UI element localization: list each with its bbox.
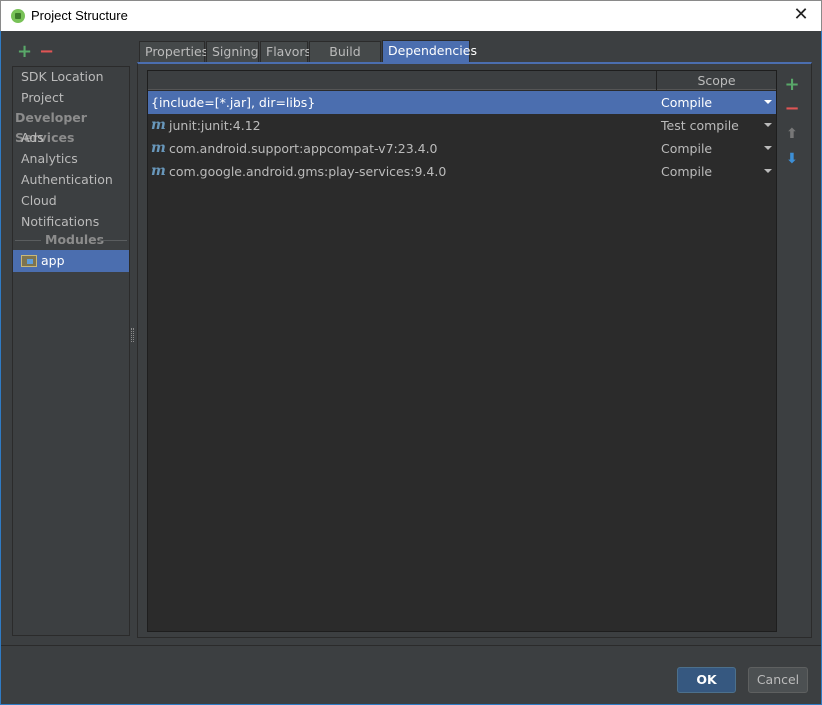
scope-column-header[interactable]: Scope bbox=[657, 71, 776, 90]
modules-header-label: Modules bbox=[45, 232, 105, 247]
tab-dependencies[interactable]: Dependencies bbox=[382, 40, 477, 63]
maven-m-icon: m bbox=[151, 163, 166, 179]
divider bbox=[15, 240, 41, 241]
dependency-name: {include=[*.jar], dir=libs} bbox=[151, 95, 316, 110]
module-folder-icon bbox=[21, 255, 37, 267]
dependencies-table: Scope {include=[*.jar], dir=libs} Compil… bbox=[147, 70, 777, 632]
arrow-up-icon[interactable]: ⬆ bbox=[781, 123, 803, 145]
module-label: app bbox=[41, 253, 65, 268]
left-toolbar: + − bbox=[17, 41, 61, 62]
left-navigation-panel: SDK Location Project Developer Services … bbox=[12, 66, 130, 636]
dependency-toolbar: + − ⬆ ⬇ bbox=[781, 70, 803, 632]
android-studio-icon bbox=[11, 9, 25, 23]
close-icon[interactable]: ✕ bbox=[789, 4, 813, 25]
panel-splitter-handle[interactable] bbox=[131, 328, 134, 342]
ok-button[interactable]: OK bbox=[677, 667, 736, 693]
table-row[interactable]: m junit:junit:4.12 Test compile bbox=[148, 114, 776, 137]
nav-item-project[interactable]: Project bbox=[21, 88, 64, 108]
nav-item-cloud[interactable]: Cloud bbox=[21, 191, 57, 211]
developer-services-header: Developer Services bbox=[15, 110, 87, 145]
add-module-plus-icon[interactable]: + bbox=[17, 41, 39, 62]
dialog-body: + − SDK Location Project Developer Servic… bbox=[0, 31, 822, 705]
table-header: Scope bbox=[148, 71, 776, 90]
table-row[interactable]: m com.android.support:appcompat-v7:23.4.… bbox=[148, 137, 776, 160]
maven-m-icon: m bbox=[151, 117, 166, 133]
nav-item-authentication[interactable]: Authentication bbox=[21, 170, 113, 190]
tab-flavors[interactable]: Flavors bbox=[260, 41, 311, 62]
title-bar: Project Structure ✕ bbox=[0, 0, 822, 31]
table-row[interactable]: m com.google.android.gms:play-services:9… bbox=[148, 160, 776, 183]
scope-value[interactable]: Compile bbox=[661, 137, 712, 160]
remove-module-minus-icon[interactable]: − bbox=[39, 41, 61, 62]
maven-m-icon: m bbox=[151, 140, 166, 156]
window-title: Project Structure bbox=[31, 8, 128, 23]
scope-value[interactable]: Compile bbox=[661, 91, 712, 114]
tab-properties[interactable]: Properties bbox=[139, 41, 208, 62]
chevron-down-icon[interactable] bbox=[764, 123, 772, 127]
module-item-app[interactable]: app bbox=[13, 250, 129, 272]
minus-icon[interactable]: − bbox=[781, 98, 803, 120]
nav-item-ads[interactable]: Ads bbox=[21, 128, 44, 148]
chevron-down-icon[interactable] bbox=[764, 100, 772, 104]
scope-value[interactable]: Test compile bbox=[661, 114, 739, 137]
chevron-down-icon[interactable] bbox=[764, 169, 772, 173]
nav-item-analytics[interactable]: Analytics bbox=[21, 149, 78, 169]
arrow-down-icon[interactable]: ⬇ bbox=[781, 148, 803, 170]
scope-value[interactable]: Compile bbox=[661, 160, 712, 183]
plus-icon[interactable]: + bbox=[781, 74, 803, 96]
tab-signing[interactable]: Signing bbox=[206, 41, 259, 62]
dependency-name: junit:junit:4.12 bbox=[169, 118, 261, 133]
dependency-name: com.google.android.gms:play-services:9.4… bbox=[169, 164, 447, 179]
modules-header: Modules bbox=[13, 232, 129, 248]
nav-item-sdk-location[interactable]: SDK Location bbox=[21, 67, 104, 87]
cancel-button[interactable]: Cancel bbox=[748, 667, 808, 693]
dependencies-panel: Scope {include=[*.jar], dir=libs} Compil… bbox=[137, 62, 812, 638]
table-row[interactable]: {include=[*.jar], dir=libs} Compile bbox=[148, 91, 776, 114]
footer-divider bbox=[1, 645, 821, 646]
nav-item-notifications[interactable]: Notifications bbox=[21, 212, 99, 232]
divider bbox=[99, 240, 127, 241]
dependency-name: com.android.support:appcompat-v7:23.4.0 bbox=[169, 141, 438, 156]
chevron-down-icon[interactable] bbox=[764, 146, 772, 150]
tab-build-types[interactable]: Build Types bbox=[309, 41, 381, 79]
